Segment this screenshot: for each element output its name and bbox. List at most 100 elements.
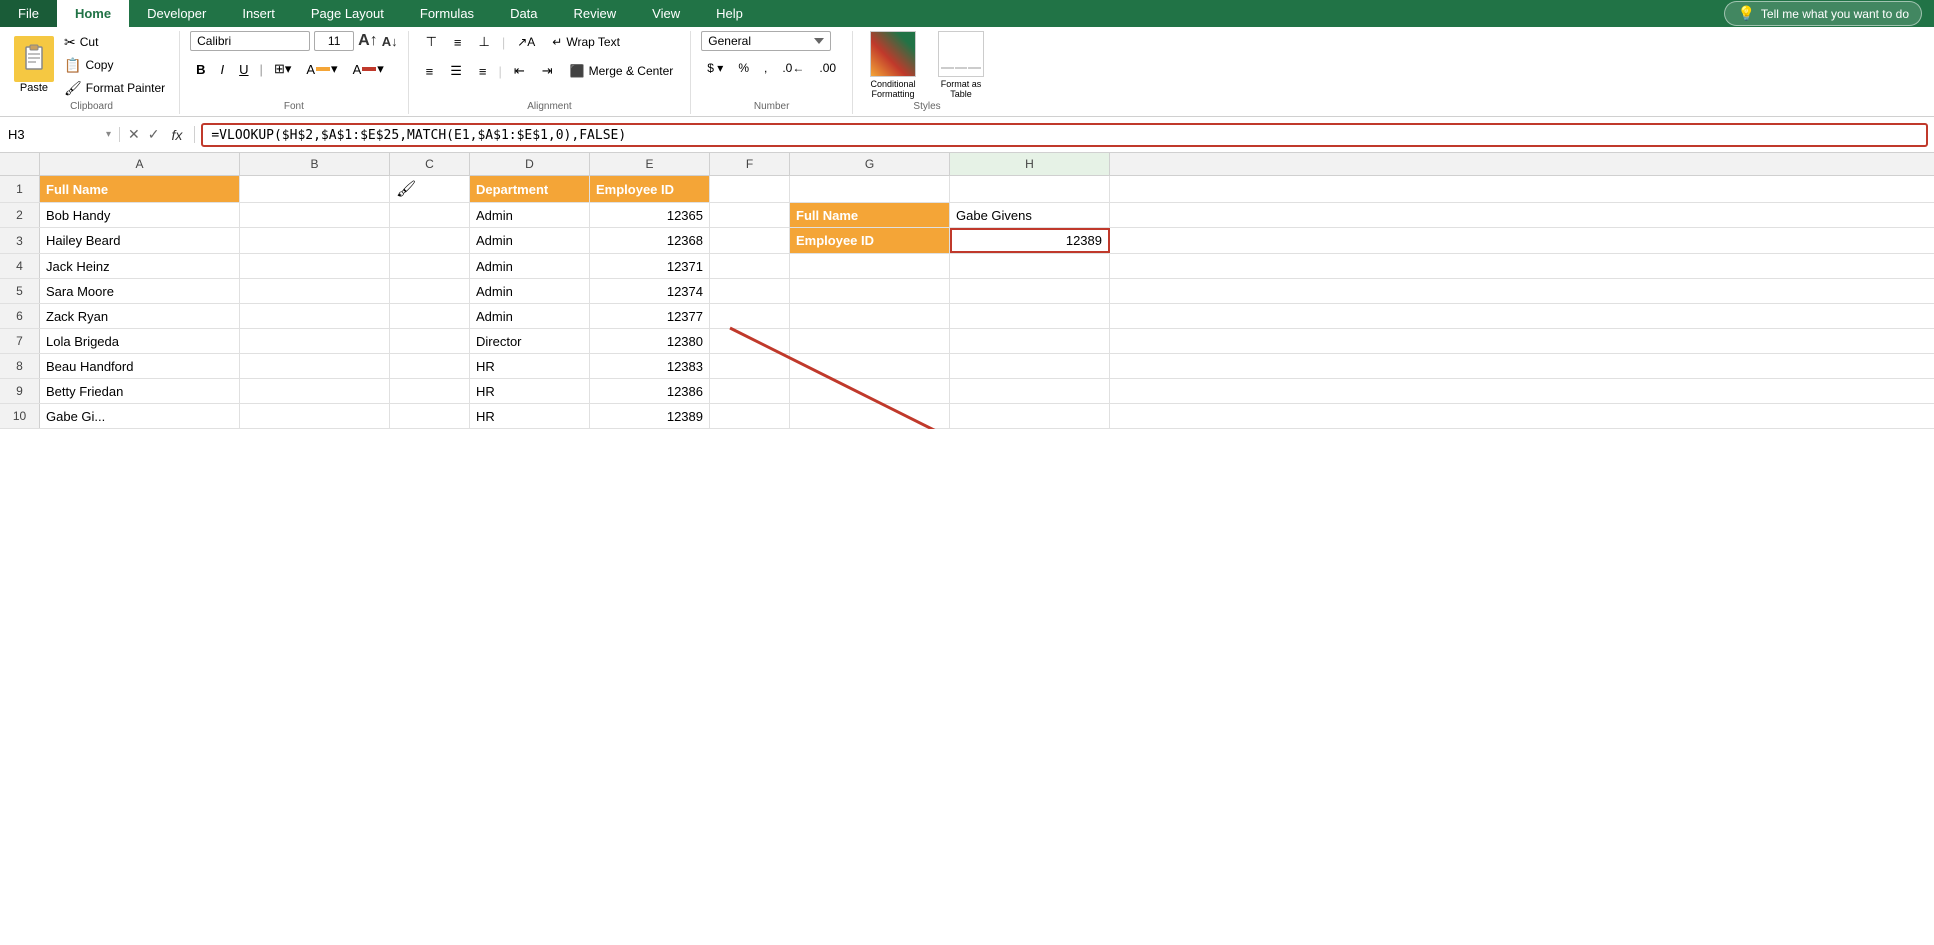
cell-3-G[interactable]: Employee ID	[790, 228, 950, 253]
cell-3-B[interactable]	[240, 228, 390, 253]
confirm-formula-button[interactable]: ✓	[148, 126, 160, 143]
cell-1-F[interactable]	[710, 176, 790, 202]
cell-4-B[interactable]	[240, 254, 390, 278]
cell-9-E[interactable]: 12386	[590, 379, 710, 403]
font-name-input[interactable]	[190, 31, 310, 51]
tab-home[interactable]: Home	[57, 0, 129, 27]
cell-9-B[interactable]	[240, 379, 390, 403]
cell-5-F[interactable]	[710, 279, 790, 303]
cell-8-F[interactable]	[710, 354, 790, 378]
cell-8-H[interactable]	[950, 354, 1110, 378]
cell-5-G[interactable]	[790, 279, 950, 303]
currency-button[interactable]: $ ▾	[701, 58, 729, 78]
cell-6-D[interactable]: Admin	[470, 304, 590, 328]
rotate-text-button[interactable]: ↗A	[510, 32, 542, 52]
cell-10-B[interactable]	[240, 404, 390, 428]
col-header-F[interactable]: F	[710, 153, 790, 175]
font-shrink-button[interactable]: A↓	[382, 34, 398, 49]
increase-decimal-button[interactable]: .00	[813, 58, 842, 78]
formula-input-box[interactable]: =VLOOKUP($H$2,$A$1:$E$25,MATCH(E1,$A$1:$…	[201, 123, 1928, 147]
cell-10-G[interactable]	[790, 404, 950, 428]
cell-1-A[interactable]: Full Name	[40, 176, 240, 202]
cell-9-A[interactable]: Betty Friedan	[40, 379, 240, 403]
cell-4-A[interactable]: Jack Heinz	[40, 254, 240, 278]
align-right-button[interactable]: ≡	[472, 61, 494, 82]
cancel-formula-button[interactable]: ✕	[128, 126, 140, 143]
cell-10-E[interactable]: 12389	[590, 404, 710, 428]
cell-7-H[interactable]	[950, 329, 1110, 353]
cell-6-F[interactable]	[710, 304, 790, 328]
cell-10-C[interactable]	[390, 404, 470, 428]
cell-1-B[interactable]	[240, 176, 390, 202]
cell-4-E[interactable]: 12371	[590, 254, 710, 278]
cell-5-D[interactable]: Admin	[470, 279, 590, 303]
tab-review[interactable]: Review	[556, 0, 635, 27]
cell-4-H[interactable]	[950, 254, 1110, 278]
cell-3-E[interactable]: 12368	[590, 228, 710, 253]
percent-button[interactable]: %	[732, 58, 755, 78]
cell-7-E[interactable]: 12380	[590, 329, 710, 353]
cell-10-F[interactable]	[710, 404, 790, 428]
cell-1-H[interactable]	[950, 176, 1110, 202]
merge-center-button[interactable]: ⬛ Merge & Center	[563, 61, 681, 81]
cell-8-G[interactable]	[790, 354, 950, 378]
wrap-text-button[interactable]: ↵ Wrap Text	[545, 32, 627, 52]
cell-6-B[interactable]	[240, 304, 390, 328]
cell-2-H[interactable]: Gabe Givens	[950, 203, 1110, 227]
italic-button[interactable]: I	[215, 59, 231, 80]
cell-3-H[interactable]: 12389	[950, 228, 1110, 253]
decrease-decimal-button[interactable]: .0←	[776, 58, 810, 78]
tab-file[interactable]: File	[0, 0, 57, 27]
cell-8-C[interactable]	[390, 354, 470, 378]
tab-insert[interactable]: Insert	[224, 0, 293, 27]
cell-2-B[interactable]	[240, 203, 390, 227]
conditional-formatting-button[interactable]: CF Conditional Formatting	[863, 31, 923, 99]
cell-9-D[interactable]: HR	[470, 379, 590, 403]
col-header-D[interactable]: D	[470, 153, 590, 175]
cell-1-D[interactable]: Department	[470, 176, 590, 202]
decrease-indent-button[interactable]: ⇤	[507, 60, 532, 82]
cell-4-F[interactable]	[710, 254, 790, 278]
cell-5-A[interactable]: Sara Moore	[40, 279, 240, 303]
tab-data[interactable]: Data	[492, 0, 555, 27]
cell-8-E[interactable]: 12383	[590, 354, 710, 378]
cell-5-E[interactable]: 12374	[590, 279, 710, 303]
col-header-G[interactable]: G	[790, 153, 950, 175]
copy-button[interactable]: 📋 Copy	[60, 55, 169, 76]
cell-6-C[interactable]	[390, 304, 470, 328]
align-top-button[interactable]: ⊤	[419, 31, 444, 53]
cell-8-B[interactable]	[240, 354, 390, 378]
font-size-input[interactable]	[314, 31, 354, 51]
cell-8-A[interactable]: Beau Handford	[40, 354, 240, 378]
cell-1-C[interactable]: 🖌	[390, 176, 470, 202]
bold-button[interactable]: B	[190, 59, 211, 80]
cell-8-D[interactable]: HR	[470, 354, 590, 378]
cell-2-E[interactable]: 12365	[590, 203, 710, 227]
cell-3-A[interactable]: Hailey Beard	[40, 228, 240, 253]
format-as-table-button[interactable]: Format as Table	[931, 31, 991, 99]
cell-7-F[interactable]	[710, 329, 790, 353]
cell-9-F[interactable]	[710, 379, 790, 403]
align-left-button[interactable]: ≡	[419, 61, 441, 82]
borders-button[interactable]: ⊞▾	[268, 58, 297, 80]
increase-indent-button[interactable]: ⇥	[535, 60, 560, 82]
col-header-H[interactable]: H	[950, 153, 1110, 175]
col-header-B[interactable]: B	[240, 153, 390, 175]
tab-view[interactable]: View	[634, 0, 698, 27]
cell-3-D[interactable]: Admin	[470, 228, 590, 253]
format-painter-button[interactable]: 🖌 Format Painter	[60, 78, 169, 99]
cell-7-A[interactable]: Lola Brigeda	[40, 329, 240, 353]
fill-color-button[interactable]: A ▾	[300, 58, 343, 80]
cell-9-H[interactable]	[950, 379, 1110, 403]
cell-6-H[interactable]	[950, 304, 1110, 328]
cell-9-C[interactable]	[390, 379, 470, 403]
paste-button[interactable]: Paste	[14, 36, 54, 94]
cell-2-F[interactable]	[710, 203, 790, 227]
cell-7-C[interactable]	[390, 329, 470, 353]
align-middle-button[interactable]: ≡	[447, 32, 469, 53]
cell-5-C[interactable]	[390, 279, 470, 303]
cell-4-G[interactable]	[790, 254, 950, 278]
cut-button[interactable]: ✂ Cut	[60, 32, 169, 53]
cell-10-D[interactable]: HR	[470, 404, 590, 428]
cell-4-D[interactable]: Admin	[470, 254, 590, 278]
